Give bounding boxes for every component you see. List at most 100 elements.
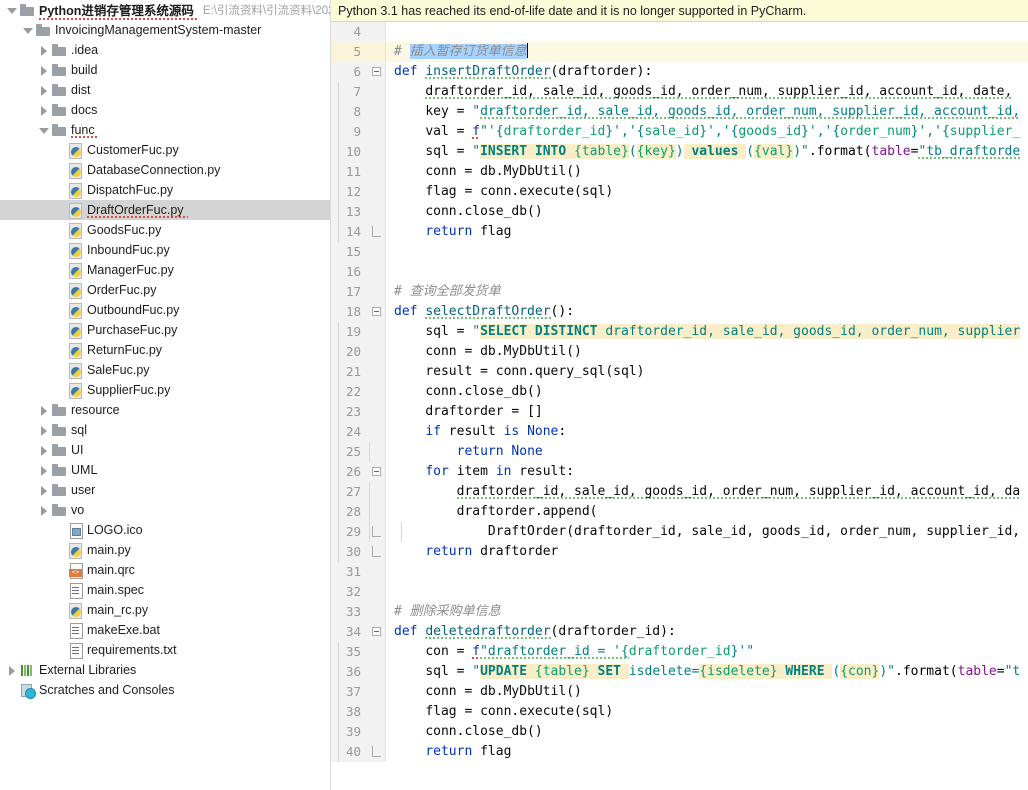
fold-gutter[interactable] <box>368 642 386 662</box>
code-line[interactable]: 19 sql = "SELECT DISTINCT draftorder_id,… <box>330 322 1028 342</box>
fold-gutter[interactable] <box>368 502 386 522</box>
tree-item-outboundfuc-py[interactable]: OutboundFuc.py <box>0 300 330 320</box>
fold-gutter[interactable] <box>368 282 386 302</box>
fold-gutter[interactable] <box>368 262 386 282</box>
tree-item-invoicingmanagementsystem-master[interactable]: InvoicingManagementSystem-master <box>0 20 330 40</box>
fold-gutter[interactable] <box>368 362 386 382</box>
chevron-right-icon[interactable] <box>38 465 49 476</box>
code-line[interactable]: 22 conn.close_db() <box>330 382 1028 402</box>
fold-gutter[interactable] <box>368 82 386 102</box>
fold-gutter[interactable] <box>368 482 386 502</box>
panel-divider[interactable] <box>330 0 331 790</box>
tree-item-docs[interactable]: docs <box>0 100 330 120</box>
tree-item-logo-ico[interactable]: LOGO.ico <box>0 520 330 540</box>
tree-item-salefuc-py[interactable]: SaleFuc.py <box>0 360 330 380</box>
code-line[interactable]: 4 <box>330 22 1028 42</box>
tree-item-returnfuc-py[interactable]: ReturnFuc.py <box>0 340 330 360</box>
chevron-right-icon[interactable] <box>38 105 49 116</box>
fold-gutter[interactable] <box>368 302 386 322</box>
code-line[interactable]: 13 conn.close_db() <box>330 202 1028 222</box>
fold-gutter[interactable] <box>368 382 386 402</box>
fold-gutter[interactable] <box>368 102 386 122</box>
fold-gutter[interactable] <box>368 222 386 242</box>
tree-item-resource[interactable]: resource <box>0 400 330 420</box>
fold-gutter[interactable] <box>368 462 386 482</box>
code-line[interactable]: 23 draftorder = [] <box>330 402 1028 422</box>
tree-item-uml[interactable]: UML <box>0 460 330 480</box>
chevron-right-icon[interactable] <box>38 45 49 56</box>
fold-gutter[interactable] <box>368 122 386 142</box>
chevron-right-icon[interactable] <box>38 445 49 456</box>
code-line[interactable]: 14 return flag <box>330 222 1028 242</box>
fold-gutter[interactable] <box>368 602 386 622</box>
chevron-right-icon[interactable] <box>38 485 49 496</box>
code-line[interactable]: 34 def deletedraftorder(draftorder_id): <box>330 622 1028 642</box>
tree-item-dispatchfuc-py[interactable]: DispatchFuc.py <box>0 180 330 200</box>
tree-item-goodsfuc-py[interactable]: GoodsFuc.py <box>0 220 330 240</box>
fold-gutter[interactable] <box>368 422 386 442</box>
code-line[interactable]: 40 return flag <box>330 742 1028 762</box>
fold-collapse-icon[interactable] <box>372 467 381 476</box>
tree-item-main-rc-py[interactable]: main_rc.py <box>0 600 330 620</box>
code-line[interactable]: 25 return None <box>330 442 1028 462</box>
fold-collapse-icon[interactable] <box>372 67 381 76</box>
tree-item-func[interactable]: func <box>0 120 330 140</box>
code-line[interactable]: 26 for item in result: <box>330 462 1028 482</box>
code-editor[interactable]: 4 5 # 插入暂存订货单信息 6 def insertDraftOrder(draft… <box>330 22 1028 790</box>
tree-item-dist[interactable]: dist <box>0 80 330 100</box>
code-line[interactable]: 6 def insertDraftOrder(draftorder): <box>330 62 1028 82</box>
tree-item-databaseconnection-py[interactable]: DatabaseConnection.py <box>0 160 330 180</box>
code-line[interactable]: 20 conn = db.MyDbUtil() <box>330 342 1028 362</box>
code-line[interactable]: 10 sql = "INSERT INTO {table}({key}) val… <box>330 142 1028 162</box>
tree-item-vo[interactable]: vo <box>0 500 330 520</box>
tree-item-python[interactable]: Python进销存管理系统源码 E:\引流资料\引流资料\202 <box>0 0 330 20</box>
tree-item-makeexe-bat[interactable]: makeExe.bat <box>0 620 330 640</box>
code-line[interactable]: 37 conn = db.MyDbUtil() <box>330 682 1028 702</box>
code-line[interactable]: 31 <box>330 562 1028 582</box>
fold-collapse-icon[interactable] <box>372 627 381 636</box>
fold-end-marker[interactable] <box>372 546 381 557</box>
code-line[interactable]: 8 key = "draftorder_id, sale_id, goods_i… <box>330 102 1028 122</box>
fold-gutter[interactable] <box>368 722 386 742</box>
fold-gutter[interactable] <box>368 242 386 262</box>
fold-gutter[interactable] <box>368 202 386 222</box>
tree-item-external-libraries[interactable]: External Libraries <box>0 660 330 680</box>
fold-end-marker[interactable] <box>372 226 381 237</box>
code-line[interactable]: 39 conn.close_db() <box>330 722 1028 742</box>
fold-end-marker[interactable] <box>372 526 381 537</box>
fold-gutter[interactable] <box>368 542 386 562</box>
code-line[interactable]: 29 DraftOrder(draftorder_id, sale_id, go… <box>330 522 1028 542</box>
code-line[interactable]: 33 # 删除采购单信息 <box>330 602 1028 622</box>
code-line[interactable]: 28 draftorder.append( <box>330 502 1028 522</box>
tree-item-orderfuc-py[interactable]: OrderFuc.py <box>0 280 330 300</box>
tree-item-customerfuc-py[interactable]: CustomerFuc.py <box>0 140 330 160</box>
fold-gutter[interactable] <box>368 522 386 542</box>
chevron-down-icon[interactable] <box>22 25 33 36</box>
fold-gutter[interactable] <box>368 582 386 602</box>
fold-gutter[interactable] <box>368 702 386 722</box>
tree-item-managerfuc-py[interactable]: ManagerFuc.py <box>0 260 330 280</box>
code-line[interactable]: 9 val = f"'{draftorder_id}','{sale_id}',… <box>330 122 1028 142</box>
tree-item-main-py[interactable]: main.py <box>0 540 330 560</box>
tree-item-inboundfuc-py[interactable]: InboundFuc.py <box>0 240 330 260</box>
fold-gutter[interactable] <box>368 182 386 202</box>
chevron-right-icon[interactable] <box>38 65 49 76</box>
code-line[interactable]: 21 result = conn.query_sql(sql) <box>330 362 1028 382</box>
code-line[interactable]: 12 flag = conn.execute(sql) <box>330 182 1028 202</box>
tree-item-draftorderfuc-py[interactable]: DraftOrderFuc.py <box>0 200 330 220</box>
fold-gutter[interactable] <box>368 322 386 342</box>
code-line[interactable]: 36 sql = "UPDATE {table} SET isdelete={i… <box>330 662 1028 682</box>
tree-item-build[interactable]: build <box>0 60 330 80</box>
code-line[interactable]: 24 if result is None: <box>330 422 1028 442</box>
fold-gutter[interactable] <box>368 342 386 362</box>
code-line[interactable]: 17 # 查询全部发货单 <box>330 282 1028 302</box>
tree-item-supplierfuc-py[interactable]: SupplierFuc.py <box>0 380 330 400</box>
fold-gutter[interactable] <box>368 402 386 422</box>
fold-gutter[interactable] <box>368 62 386 82</box>
fold-gutter[interactable] <box>368 622 386 642</box>
code-line[interactable]: 15 <box>330 242 1028 262</box>
fold-gutter[interactable] <box>368 162 386 182</box>
code-line[interactable]: 35 con = f"draftorder_id = '{draftorder_… <box>330 642 1028 662</box>
chevron-down-icon[interactable] <box>6 5 17 16</box>
fold-gutter[interactable] <box>368 42 386 62</box>
